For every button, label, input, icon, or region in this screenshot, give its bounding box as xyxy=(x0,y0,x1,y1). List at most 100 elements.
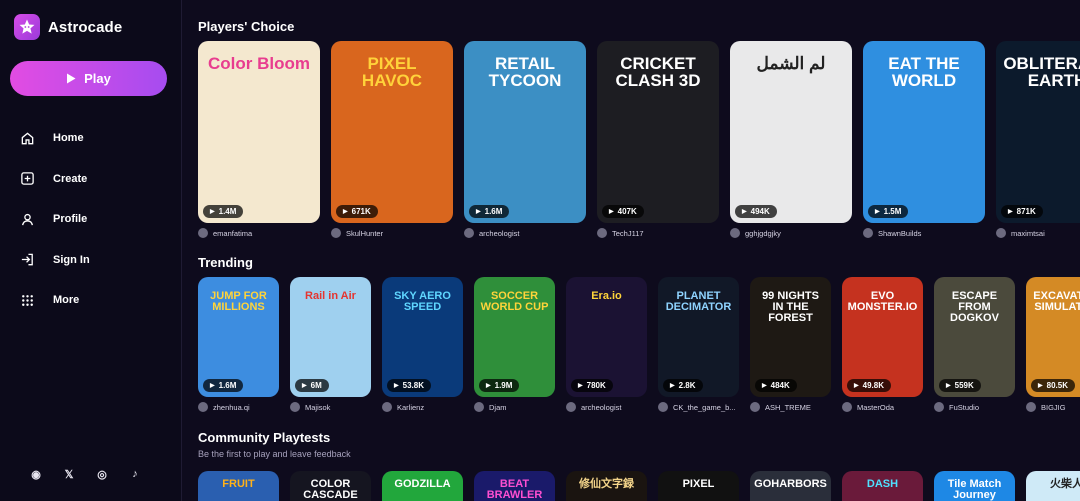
play-count-badge: ▶ 780K xyxy=(571,379,613,392)
game-card[interactable]: 99 NIGHTS IN THE FOREST ▶ 484K xyxy=(750,277,831,397)
game-author[interactable]: MasterOda xyxy=(842,402,923,412)
game-card[interactable]: Color Bloom ▶ 1.4M xyxy=(198,41,320,223)
game-title: GOHARBORS xyxy=(754,478,827,490)
avatar xyxy=(198,402,208,412)
avatar xyxy=(566,402,576,412)
game-author[interactable]: Majisok xyxy=(290,402,371,412)
avatar xyxy=(382,402,392,412)
game-card[interactable]: OBLITERATE EARTH ▶871K xyxy=(996,41,1080,223)
game-author[interactable]: Karlienz xyxy=(382,402,463,412)
play-button[interactable]: Play xyxy=(10,61,167,96)
main-content: Players' Choice Color Bloom ▶ 1.4M emanfati… xyxy=(182,0,1080,501)
game-author[interactable]: archeologist xyxy=(566,402,647,412)
logo[interactable]: Astrocade xyxy=(14,14,122,40)
game-card[interactable]: SKY AERO SPEED ▶ 53.8K xyxy=(382,277,463,397)
game-tile: SKY AERO SPEED ▶ 53.8K Karlienz xyxy=(382,277,463,412)
game-card[interactable]: لم الشمل ▶ 494K xyxy=(730,41,852,223)
game-author[interactable]: ASH_TREME xyxy=(750,402,831,412)
game-author[interactable]: emanfatima xyxy=(198,228,320,238)
game-author[interactable]: gghjgdgjky xyxy=(730,228,852,238)
game-card[interactable]: Tile Match Journey xyxy=(934,471,1015,501)
game-author[interactable]: archeologist xyxy=(464,228,586,238)
game-author[interactable]: TechJ117 xyxy=(597,228,719,238)
game-card[interactable]: ESCAPE FROM DOGKOV ▶ 559K xyxy=(934,277,1015,397)
game-card[interactable]: GODZILLA xyxy=(382,471,463,501)
game-title: Era.io xyxy=(591,290,622,302)
game-title: CRICKET CLASH 3D xyxy=(615,54,701,90)
sidebar-nav: Home Create Profile Sign In More xyxy=(0,118,182,321)
sidebar-item-create[interactable]: Create xyxy=(0,159,182,200)
game-card[interactable]: FRUIT xyxy=(198,471,279,501)
game-card[interactable]: 火柴人 xyxy=(1026,471,1080,501)
avatar xyxy=(730,228,740,238)
game-tile: Color Bloom ▶ 1.4M emanfatima xyxy=(198,41,320,238)
avatar xyxy=(934,402,944,412)
sidebar-item-sign-in[interactable]: Sign In xyxy=(0,240,182,281)
game-author[interactable]: maximtsai xyxy=(996,228,1080,238)
game-card[interactable]: Rail in Air ▶ 6M xyxy=(290,277,371,397)
game-author[interactable]: BIGJIG xyxy=(1026,402,1080,412)
game-card[interactable]: 修仙文字録 xyxy=(566,471,647,501)
game-card[interactable]: CRICKET CLASH 3D ▶ 407K xyxy=(597,41,719,223)
sidebar-item-label: Create xyxy=(53,172,88,185)
game-card[interactable]: PIXEL HAVOC ▶ 671K xyxy=(331,41,453,223)
play-icon: ▶ xyxy=(210,383,215,389)
game-card[interactable]: SOCCER WORLD CUP ▶ 1.9M xyxy=(474,277,555,397)
section-title-trending: Trending xyxy=(198,255,253,270)
game-author[interactable]: FuStudio xyxy=(934,402,1015,412)
game-tile: EXCAVATOR SIMULATOR ▶80.5K BIGJIG xyxy=(1026,277,1080,412)
game-author[interactable]: Djam xyxy=(474,402,555,412)
game-tile: PIXEL HAVOC ▶ 671K SkulHunter xyxy=(331,41,453,238)
game-author[interactable]: CK_the_game_b... xyxy=(658,402,739,412)
game-tile: Tile Match Journey xyxy=(934,471,1015,501)
sidebar: Astrocade Play Home Create Profile Sign … xyxy=(0,0,182,501)
sign-in-icon xyxy=(21,253,33,266)
game-card[interactable]: PIXEL xyxy=(658,471,739,501)
play-count-badge: ▶ 1.6M xyxy=(203,379,244,392)
game-card[interactable]: PLANET DECIMATOR ▶ 2.8K xyxy=(658,277,739,397)
game-card[interactable]: EXCAVATOR SIMULATOR ▶80.5K xyxy=(1026,277,1080,397)
astrocade-logo-icon xyxy=(14,14,40,40)
avatar xyxy=(996,228,1006,238)
game-card[interactable]: RETAIL TYCOON ▶ 1.6M xyxy=(464,41,586,223)
avatar xyxy=(863,228,873,238)
play-count-badge: ▶ 871K xyxy=(1001,205,1043,218)
game-author[interactable]: ShawnBuilds xyxy=(863,228,985,238)
play-icon: ▶ xyxy=(762,383,767,389)
avatar xyxy=(597,228,607,238)
sidebar-item-profile[interactable]: Profile xyxy=(0,199,182,240)
x-icon[interactable]: 𝕏 xyxy=(63,468,75,481)
game-card[interactable]: GOHARBORS xyxy=(750,471,831,501)
game-card[interactable]: DASH xyxy=(842,471,923,501)
sidebar-item-home[interactable]: Home xyxy=(0,118,182,159)
play-button-label: Play xyxy=(84,71,111,86)
game-card[interactable]: Era.io ▶ 780K xyxy=(566,277,647,397)
play-count: 780K xyxy=(586,381,606,390)
game-title: Tile Match Journey xyxy=(947,478,1002,501)
game-author[interactable]: SkulHunter xyxy=(331,228,453,238)
game-card[interactable]: EAT THE WORLD ▶ 1.5M xyxy=(863,41,985,223)
play-count-badge: ▶ 1.6M xyxy=(469,205,510,218)
tiktok-icon[interactable]: ♪ xyxy=(129,468,141,480)
author-name: SkulHunter xyxy=(346,228,384,238)
game-author[interactable]: zhenhua.qi xyxy=(198,402,279,412)
author-name: emanfatima xyxy=(213,228,253,238)
author-name: ASH_TREME xyxy=(765,402,811,412)
game-tile: Rail in Air ▶ 6M Majisok xyxy=(290,277,371,412)
play-icon: ▶ xyxy=(609,209,614,215)
game-card[interactable]: EVO MONSTER.IO ▶ 49.8K xyxy=(842,277,923,397)
game-thumbnail: لم الشمل xyxy=(730,41,852,223)
author-name: archeologist xyxy=(581,402,622,412)
game-card[interactable]: BEAT BRAWLER xyxy=(474,471,555,501)
game-title: EVO MONSTER.IO xyxy=(847,290,918,313)
discord-icon[interactable]: ◉ xyxy=(30,468,42,481)
game-card[interactable]: COLOR CASCADE xyxy=(290,471,371,501)
play-icon xyxy=(67,73,76,84)
instagram-icon[interactable]: ◎ xyxy=(96,468,108,481)
author-name: ShawnBuilds xyxy=(878,228,922,238)
avatar xyxy=(290,402,300,412)
game-title: لم الشمل xyxy=(756,54,826,73)
game-title: EXCAVATOR SIMULATOR xyxy=(1033,290,1080,313)
game-card[interactable]: JUMP FOR MILLIONS ▶ 1.6M xyxy=(198,277,279,397)
sidebar-item-more[interactable]: More xyxy=(0,280,182,321)
